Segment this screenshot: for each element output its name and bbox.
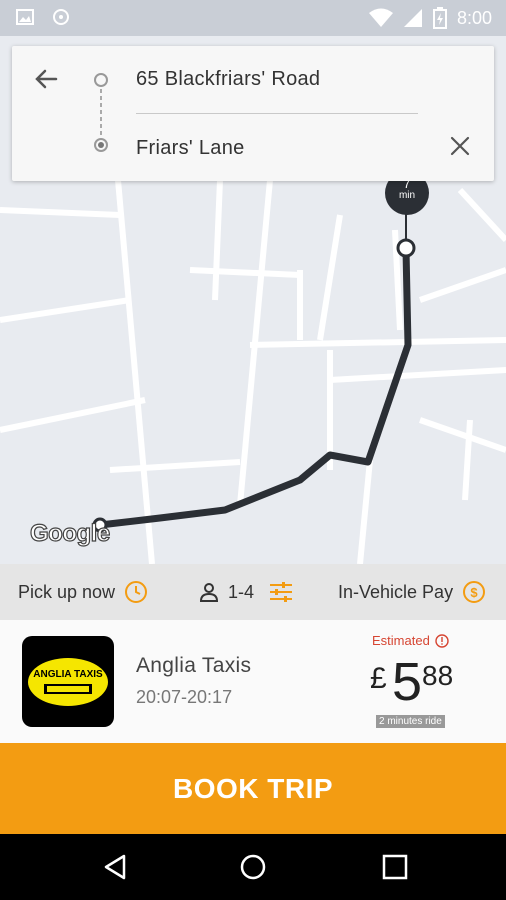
shield-notification-icon	[53, 9, 69, 25]
clock-icon	[125, 581, 148, 603]
image-notification-icon	[16, 9, 34, 25]
destination-field[interactable]: Friars' Lane	[136, 137, 245, 160]
recents-nav-icon[interactable]	[380, 852, 410, 882]
filter-sliders-icon	[270, 582, 293, 602]
price-major: 5	[392, 652, 423, 712]
price-minor: 88	[422, 660, 454, 691]
status-bar: 8:00	[0, 0, 506, 36]
person-icon	[199, 583, 219, 602]
system-nav-bar	[0, 834, 506, 900]
provider-name: Anglia Taxis	[136, 654, 252, 677]
eta-unit: min	[398, 190, 416, 201]
payment-label: In-Vehicle Pay	[338, 581, 454, 602]
svg-text:$: $	[470, 585, 478, 600]
price-currency: £	[370, 662, 387, 695]
coin-icon: $	[463, 581, 486, 603]
route-connector	[100, 89, 102, 135]
google-attribution: Google	[29, 519, 110, 547]
book-trip-button[interactable]: BOOK TRIP	[0, 743, 506, 834]
pickup-time-window: 20:07-20:17	[136, 687, 233, 707]
signal-icon	[403, 9, 422, 27]
estimated-label: Estimated	[372, 633, 449, 648]
payment-option[interactable]: In-Vehicle Pay $	[338, 564, 487, 620]
battery-icon	[432, 7, 447, 29]
passengers-option[interactable]: 1-4	[198, 564, 294, 620]
field-divider	[136, 113, 418, 114]
back-arrow-icon[interactable]	[30, 63, 62, 95]
ride-duration-tag: 2 minutes ride	[376, 715, 445, 728]
home-nav-icon[interactable]	[238, 852, 268, 882]
info-icon[interactable]	[435, 633, 449, 648]
origin-field[interactable]: 65 Blackfriars' Road	[136, 68, 320, 91]
wifi-icon	[368, 8, 393, 27]
origin-dot-icon	[94, 73, 108, 87]
logo-text: ANGLIA TAXIS	[33, 669, 103, 680]
provider-card[interactable]: ANGLIA TAXIS Anglia Taxis 20:07-20:17 Es…	[0, 620, 506, 743]
trip-options-bar: Pick up now 1-4 In-Vehicle Pay $	[0, 564, 506, 620]
clear-destination-icon[interactable]	[448, 134, 472, 158]
provider-logo: ANGLIA TAXIS	[22, 636, 114, 727]
destination-dot-icon	[94, 138, 108, 152]
pickup-time-option[interactable]: Pick up now	[18, 564, 149, 620]
pickup-label: Pick up now	[18, 581, 116, 602]
back-nav-icon[interactable]	[100, 852, 130, 882]
passengers-label: 1-4	[228, 581, 255, 602]
status-time: 8:00	[456, 7, 492, 28]
route-search-card: 65 Blackfriars' Road Friars' Lane	[12, 46, 494, 181]
